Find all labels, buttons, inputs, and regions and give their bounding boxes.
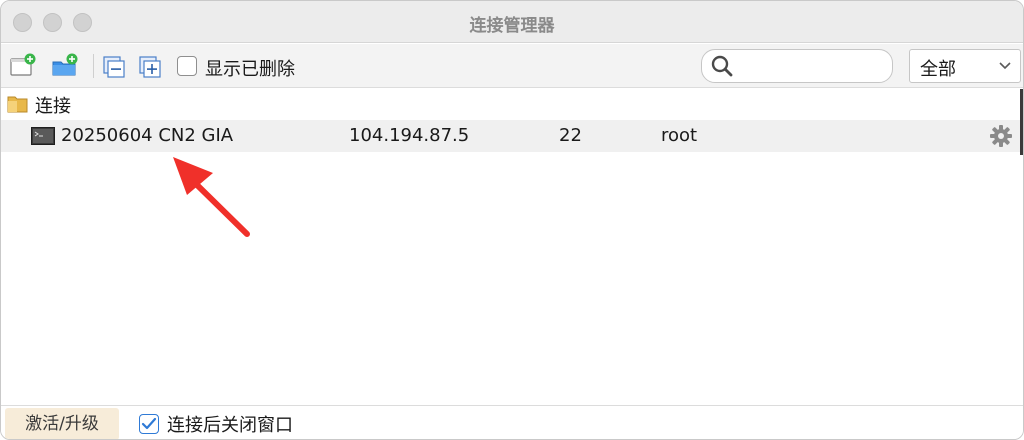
show-deleted-label: 显示已删除 <box>205 59 295 80</box>
gear-icon[interactable] <box>989 124 1013 148</box>
filter-select[interactable]: 全部 <box>909 49 1021 83</box>
bottom-bar: 激活/升级 连接后关闭窗口 <box>1 405 1023 439</box>
new-folder-button[interactable] <box>51 53 79 79</box>
tree-group-connections[interactable]: 连接 <box>1 89 1023 119</box>
connection-port: 22 <box>559 125 582 146</box>
scrollbar-edge <box>1020 89 1023 155</box>
expand-all-button[interactable] <box>137 53 165 79</box>
show-deleted-checkbox[interactable] <box>177 56 197 76</box>
toolbar: 显示已删除 全部 <box>1 44 1023 88</box>
terminal-icon <box>31 127 55 145</box>
title-bar: 连接管理器 <box>1 1 1023 43</box>
search-input[interactable] <box>701 49 893 83</box>
folder-icon <box>7 96 28 113</box>
filter-select-value: 全部 <box>920 59 956 80</box>
tree-group-label: 连接 <box>35 96 71 117</box>
connection-row[interactable]: 20250604 CN2 GIA 104.194.87.5 22 root <box>1 120 1021 152</box>
new-connection-icon <box>10 53 36 76</box>
checkmark-icon <box>141 417 157 430</box>
connection-name: 20250604 CN2 GIA <box>61 125 234 146</box>
collapse-all-button[interactable] <box>101 53 129 79</box>
new-connection-button[interactable] <box>9 53 37 79</box>
chevron-down-icon <box>999 62 1011 70</box>
connection-manager-window: 连接管理器 显示已删除 全部 连接 20250604 CN2 GIA 104.1… <box>0 0 1024 440</box>
connection-user: root <box>661 125 698 146</box>
new-folder-icon <box>52 53 78 76</box>
expand-all-icon <box>139 56 161 78</box>
collapse-all-icon <box>103 56 125 78</box>
activate-upgrade-button[interactable]: 激活/升级 <box>5 408 119 439</box>
close-after-connect-checkbox[interactable] <box>139 414 159 434</box>
connection-host: 104.194.87.5 <box>349 125 470 146</box>
window-title: 连接管理器 <box>469 16 555 36</box>
close-after-connect-label: 连接后关闭窗口 <box>167 415 293 436</box>
toolbar-separator <box>93 54 94 78</box>
search-icon <box>711 55 733 77</box>
red-arrow-annotation-icon <box>173 157 250 237</box>
